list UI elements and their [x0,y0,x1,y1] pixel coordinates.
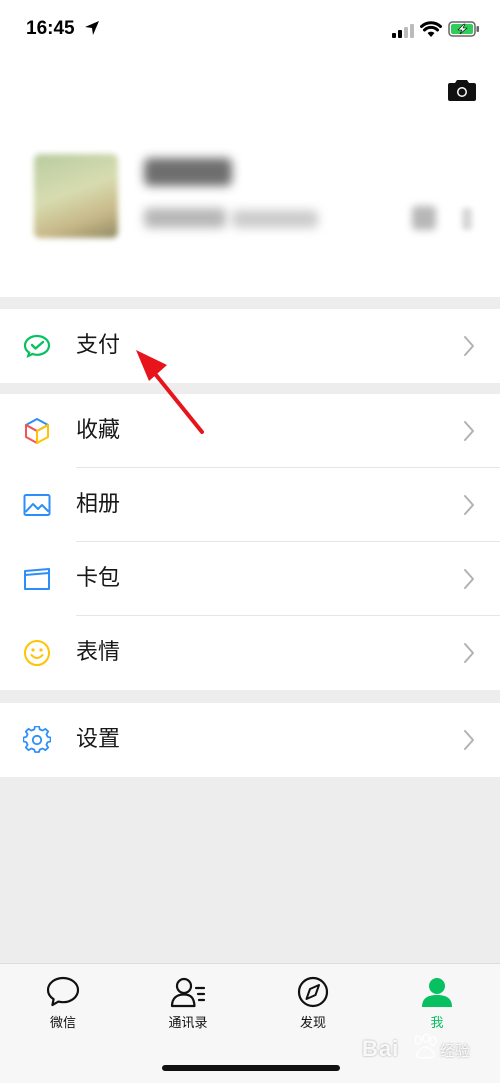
chat-bubble-icon [46,976,80,1007]
tab-me-label: 我 [430,1016,444,1031]
menu-item-favorites[interactable]: 收藏 [0,394,500,468]
chevron-right-icon [464,336,474,356]
contacts-icon [170,977,206,1008]
chevron-right-icon [464,643,474,663]
menu-item-favorites-label: 收藏 [76,418,121,443]
tab-chats-label: 微信 [49,1016,76,1031]
camera-icon[interactable] [448,78,476,102]
watermark-sub: 经验 [440,1042,471,1060]
pay-section: 支付 [0,309,500,383]
card-wallet-icon [24,568,50,590]
nickname-blurred [144,158,232,186]
menu-item-cards-label: 卡包 [76,566,121,591]
wechat-pay-icon [23,334,51,359]
settings-section: 设置 [0,703,500,777]
wifi-icon [420,21,442,37]
home-indicator [162,1065,340,1071]
avatar[interactable] [34,154,118,238]
chevron-right-icon [462,208,472,230]
chevron-right-icon [464,569,474,589]
location-arrow-icon [85,21,99,35]
tab-contacts-label: 通讯录 [168,1016,208,1031]
chevron-right-icon [464,730,474,750]
chevron-right-icon [464,495,474,515]
gear-icon [23,726,51,753]
services-section: 收藏 相册 卡包 表情 [0,394,500,690]
status-bar: 16:45 [0,0,500,60]
menu-item-stickers[interactable]: 表情 [0,616,500,690]
person-icon [422,978,452,1007]
menu-item-album-label: 相册 [76,492,121,517]
menu-item-pay-label: 支付 [76,333,121,358]
smiley-face-icon [24,640,50,666]
tab-contacts[interactable]: 通讯录 [138,976,238,1031]
menu-item-stickers-label: 表情 [76,640,121,665]
menu-item-album[interactable]: 相册 [0,468,500,542]
menu-item-cards[interactable]: 卡包 [0,542,500,616]
tab-me[interactable]: 我 [387,976,487,1031]
menu-item-settings-label: 设置 [76,727,121,752]
watermark-brand: Bai [362,1036,400,1061]
album-image-icon [23,494,51,516]
wechat-id-label-blurred [144,208,226,228]
compass-icon [297,976,329,1008]
chevron-right-icon [464,421,474,441]
menu-item-pay[interactable]: 支付 [0,309,500,383]
profile-header[interactable] [0,60,500,297]
cellular-signal-icon [392,24,414,38]
status-time: 16:45 [26,18,75,39]
tab-discover-label: 发现 [299,1016,326,1031]
menu-item-settings[interactable]: 设置 [0,703,500,777]
tab-discover[interactable]: 发现 [263,976,363,1031]
favorites-cube-icon [25,418,49,444]
qr-code-icon[interactable] [412,206,436,230]
tab-chats[interactable]: 微信 [13,976,113,1031]
battery-charging-icon [448,21,479,37]
wechat-id-value-blurred [232,210,318,228]
